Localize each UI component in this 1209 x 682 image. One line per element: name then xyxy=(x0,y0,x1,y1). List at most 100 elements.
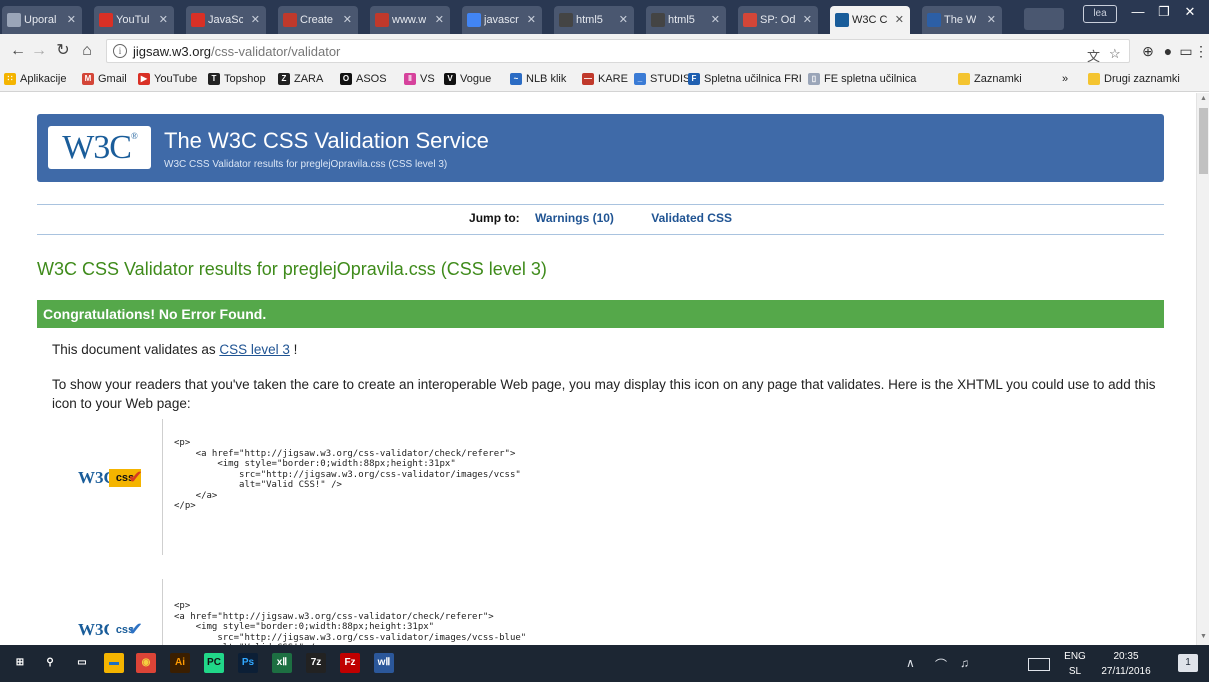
menu-icon[interactable]: ⋮ xyxy=(1194,43,1208,59)
browser-tab[interactable]: The W ✕ xyxy=(922,6,1002,34)
css-level-3-link[interactable]: CSS level 3 xyxy=(219,342,290,357)
close-tab-icon[interactable]: ✕ xyxy=(343,6,352,34)
close-tab-icon[interactable]: ✕ xyxy=(159,6,168,34)
browser-tab[interactable]: Create ✕ xyxy=(278,6,358,34)
page-scrollbar[interactable]: ▲ ▼ xyxy=(1196,93,1209,645)
word-icon[interactable]: wⅡ xyxy=(374,653,394,673)
close-tab-icon[interactable]: ✕ xyxy=(251,6,260,34)
back-icon[interactable]: ← xyxy=(8,41,28,61)
bookmark-label: Gmail xyxy=(98,73,127,85)
minimize-button[interactable]: — xyxy=(1125,2,1151,22)
bookmark-item[interactable]: ∷ Aplikacije xyxy=(4,73,66,85)
tab-label: W3C C xyxy=(852,14,887,26)
browser-tab[interactable]: SP: Od ✕ xyxy=(738,6,818,34)
browser-tab[interactable]: Uporal ✕ xyxy=(2,6,82,34)
bookmark-item[interactable]: ~ NLB klik xyxy=(510,73,566,85)
bookmark-label: STUDIS xyxy=(650,73,691,85)
clock-time[interactable]: 20:35 xyxy=(1094,651,1158,662)
bookmark-item[interactable]: O ASOS xyxy=(340,73,387,85)
tray-expand-icon[interactable]: ∧ xyxy=(906,656,915,670)
new-tab-button[interactable] xyxy=(1024,8,1064,30)
7zip-icon[interactable]: 7z xyxy=(306,653,326,673)
close-tab-icon[interactable]: ✕ xyxy=(711,6,720,34)
bookmark-item[interactable]: — KARE xyxy=(582,73,628,85)
reload-icon[interactable]: ↻ xyxy=(53,41,73,61)
volume-icon[interactable]: ♫ xyxy=(960,656,969,670)
clock-date[interactable]: 27/11/2016 xyxy=(1094,666,1158,677)
wifi-icon[interactable]: ⌒ xyxy=(935,656,947,673)
folder-icon xyxy=(1088,73,1100,85)
close-tab-icon[interactable]: ✕ xyxy=(527,6,536,34)
photoshop-icon[interactable]: Ps xyxy=(238,653,258,673)
bookmark-item[interactable]: Z ZARA xyxy=(278,73,323,85)
close-tab-icon[interactable]: ✕ xyxy=(987,6,996,34)
chrome-icon[interactable]: ◉ xyxy=(136,653,156,673)
tab-label: YouTul xyxy=(116,14,150,26)
keyboard-icon[interactable] xyxy=(1028,658,1050,671)
close-window-button[interactable]: ✕ xyxy=(1177,2,1203,22)
browser-tab[interactable]: html5 ✕ xyxy=(554,6,634,34)
translate-icon[interactable]: 文 xyxy=(1087,46,1100,65)
scroll-down-icon[interactable]: ▼ xyxy=(1197,631,1209,643)
extension-globe-icon[interactable]: ⊕ xyxy=(1140,43,1156,59)
bookmark-item[interactable]: V Vogue xyxy=(444,73,491,85)
windows-start-icon[interactable]: ⊞ xyxy=(10,653,30,673)
w3c-logo[interactable]: W3C® xyxy=(48,126,151,169)
bookmark-item[interactable]: T Topshop xyxy=(208,73,266,85)
bookmark-icon: ▶ xyxy=(138,73,150,85)
tab-label: JavaSc xyxy=(208,14,243,26)
bookmark-item[interactable]: F Spletna učilnica FRI xyxy=(688,73,802,85)
address-bar[interactable]: i jigsaw.w3.org/css-validator/validator … xyxy=(106,39,1130,65)
tab-label: The W xyxy=(944,14,977,26)
browser-tab[interactable]: javascr ✕ xyxy=(462,6,542,34)
keyboard-layout[interactable]: SL xyxy=(1062,666,1088,677)
bookmark-item[interactable]: M Gmail xyxy=(82,73,127,85)
notification-center-icon[interactable]: 1 xyxy=(1178,654,1198,672)
profile-button[interactable]: lea xyxy=(1083,5,1117,23)
browser-tab[interactable]: W3C C ✕ xyxy=(830,6,910,34)
page-subtitle: W3C CSS Validator results for preglejOpr… xyxy=(164,159,448,170)
browser-tab[interactable]: YouTul ✕ xyxy=(94,6,174,34)
browser-tab[interactable]: html5 ✕ xyxy=(646,6,726,34)
jump-validated-css-link[interactable]: Validated CSS xyxy=(651,211,732,225)
bookmark-icon: F xyxy=(688,73,700,85)
bookmark-item[interactable]: _ STUDIS xyxy=(634,73,690,85)
close-tab-icon[interactable]: ✕ xyxy=(803,6,812,34)
cast-icon[interactable]: ▭ xyxy=(1178,43,1194,59)
illustrator-icon[interactable]: Ai xyxy=(170,653,190,673)
close-tab-icon[interactable]: ✕ xyxy=(67,6,76,34)
bookmark-star-icon[interactable]: ☆ xyxy=(1109,46,1121,62)
filezilla-icon[interactable]: Fz xyxy=(340,653,360,673)
site-info-icon[interactable]: i xyxy=(113,44,127,58)
bookmark-item[interactable]: Drugi zaznamki xyxy=(1088,73,1180,85)
forward-icon[interactable]: → xyxy=(29,41,49,61)
bookmark-item[interactable]: ‖ VS xyxy=(404,73,435,85)
excel-icon[interactable]: xⅡ xyxy=(272,653,292,673)
pycharm-icon[interactable]: PC xyxy=(204,653,224,673)
browser-tab[interactable]: www.w ✕ xyxy=(370,6,450,34)
scroll-thumb[interactable] xyxy=(1199,108,1208,174)
extension-icon[interactable]: ● xyxy=(1160,43,1176,59)
bookmarks-bar: ∷ Aplikacije M Gmail ▶ YouTube T Topshop Z ZARA O A… xyxy=(0,68,1209,92)
close-tab-icon[interactable]: ✕ xyxy=(895,6,904,34)
valid-css-badge[interactable]: W3C css ✔ xyxy=(66,463,154,494)
jump-warnings-link[interactable]: Warnings (10) xyxy=(535,211,614,225)
close-tab-icon[interactable]: ✕ xyxy=(435,6,444,34)
bookmarks-overflow-button[interactable]: » xyxy=(1062,73,1068,85)
search-icon[interactable]: ⚲ xyxy=(40,653,60,673)
browser-tab[interactable]: JavaSc ✕ xyxy=(186,6,266,34)
file-explorer-icon[interactable]: ▬ xyxy=(104,653,124,673)
scroll-up-icon[interactable]: ▲ xyxy=(1197,93,1209,105)
bookmark-item[interactable]: ▯ FE spletna učilnica xyxy=(808,73,916,85)
valid-css-blue-badge[interactable]: W3C css ✔ xyxy=(66,615,154,645)
restore-button[interactable]: ❐ xyxy=(1151,2,1177,22)
tab-label: javascr xyxy=(484,14,519,26)
home-icon[interactable]: ⌂ xyxy=(77,41,97,61)
bookmark-item[interactable]: ▶ YouTube xyxy=(138,73,197,85)
bookmark-icon: ∷ xyxy=(4,73,16,85)
bookmark-item[interactable]: Zaznamki xyxy=(958,73,1022,85)
language-code[interactable]: ENG xyxy=(1062,651,1088,662)
task-view-icon[interactable]: ▭ xyxy=(72,653,92,673)
bookmark-icon: V xyxy=(444,73,456,85)
close-tab-icon[interactable]: ✕ xyxy=(619,6,628,34)
